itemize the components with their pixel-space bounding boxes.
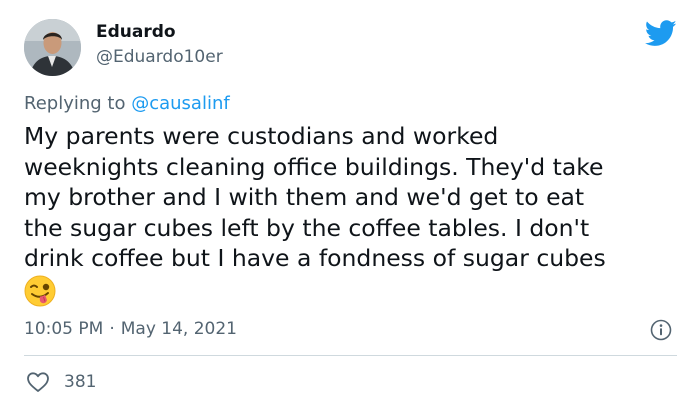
- reply-mention-link[interactable]: @causalinf: [131, 93, 230, 114]
- tweet-date: May 14, 2021: [120, 319, 237, 339]
- tweet-card: Eduardo @Eduardo10er Replying to @causal…: [0, 0, 700, 410]
- tweet-text-line: My parents were custodians and worked: [24, 122, 499, 150]
- avatar[interactable]: [24, 19, 81, 76]
- tweet-text: My parents were custodians and worked we…: [24, 121, 684, 274]
- tweet-text-line: the sugar cubes left by the coffee table…: [24, 213, 590, 242]
- info-icon[interactable]: [650, 319, 672, 341]
- divider: [24, 355, 677, 356]
- meta-separator: ·: [109, 319, 115, 339]
- tweet-text-line: drink coffee but I have a fondness of su…: [24, 244, 606, 272]
- like-count: 381: [64, 372, 97, 392]
- reply-prefix: Replying to: [24, 93, 132, 114]
- user-handle[interactable]: @Eduardo10er: [96, 47, 223, 67]
- tweet-text-line: my brother and I with them and we'd get …: [24, 183, 585, 211]
- tweet-time: 10:05 PM: [24, 319, 104, 339]
- display-name[interactable]: Eduardo: [96, 22, 176, 42]
- tweet-timestamp[interactable]: 10:05 PM · May 14, 2021: [24, 319, 237, 339]
- twitter-bird-icon[interactable]: [644, 20, 677, 47]
- tweet-text-line: weeknights cleaning office buildings. Th…: [24, 152, 604, 181]
- heart-icon[interactable]: [26, 371, 50, 393]
- winking-face-with-tongue-icon: [24, 275, 56, 307]
- replying-to: Replying to @causalinf: [24, 93, 230, 114]
